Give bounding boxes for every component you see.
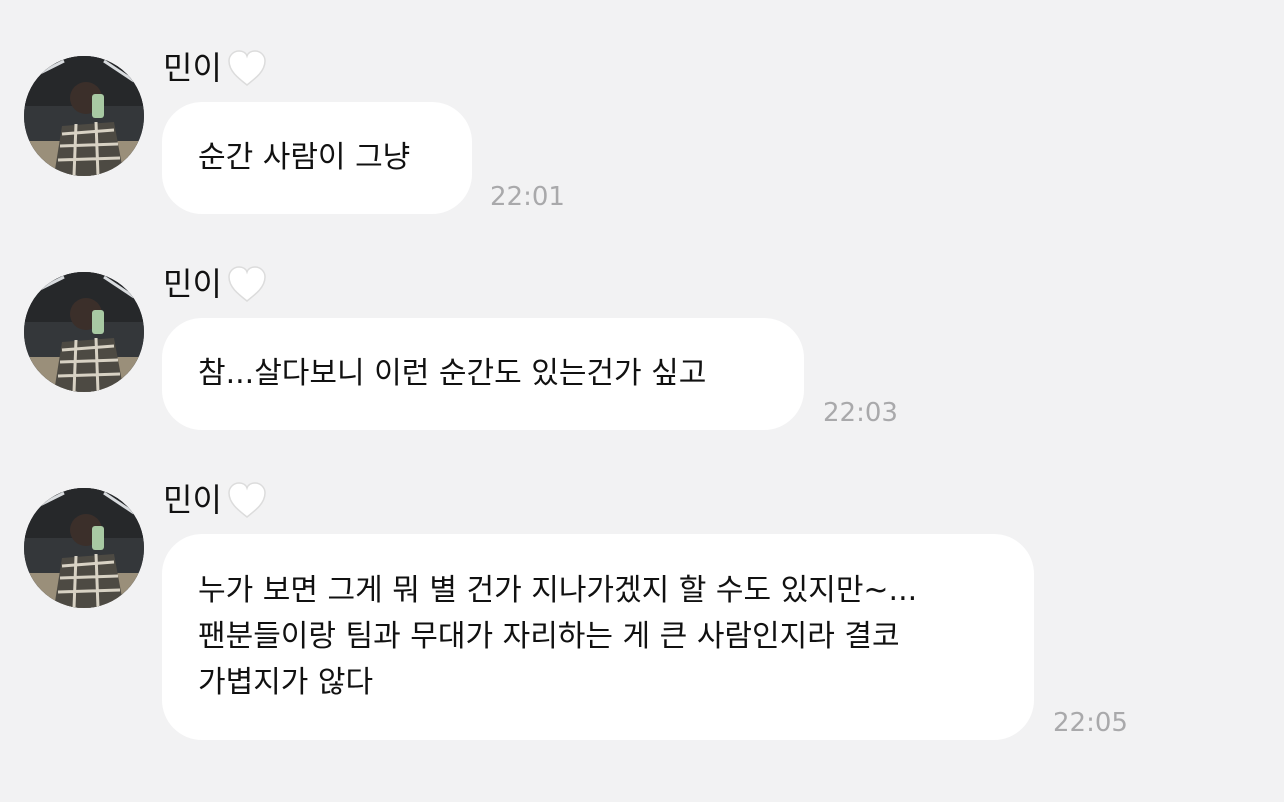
message-text: 순간 사람이 그냥 bbox=[198, 140, 411, 175]
message-timestamp: 22:03 bbox=[823, 398, 898, 428]
profile-photo-icon bbox=[24, 56, 144, 176]
profile-photo-icon bbox=[24, 272, 144, 392]
sender-header: 민이 bbox=[163, 262, 268, 306]
avatar[interactable] bbox=[24, 488, 144, 608]
message-timestamp: 22:05 bbox=[1053, 708, 1128, 738]
sender-name[interactable]: 민이 bbox=[163, 262, 222, 306]
profile-photo-icon bbox=[24, 488, 144, 608]
message-bubble[interactable]: 순간 사람이 그냥 bbox=[162, 102, 472, 214]
message-text-line: 누가 보면 그게 뭐 별 건가 지나가겠지 할 수도 있지만~... bbox=[198, 573, 918, 608]
message-timestamp: 22:01 bbox=[490, 182, 565, 212]
sender-name[interactable]: 민이 bbox=[163, 46, 222, 90]
sender-header: 민이 bbox=[163, 46, 268, 90]
sender-name[interactable]: 민이 bbox=[163, 478, 222, 522]
message-bubble[interactable]: 참...살다보니 이런 순간도 있는건가 싶고 bbox=[162, 318, 804, 430]
message-text-line: 팬분들이랑 팀과 무대가 자리하는 게 큰 사람인지라 결코 bbox=[198, 619, 900, 654]
white-heart-icon bbox=[228, 50, 266, 86]
white-heart-icon bbox=[228, 482, 266, 518]
sender-header: 민이 bbox=[163, 478, 268, 522]
message-text-line: 가볍지가 않다 bbox=[198, 665, 374, 700]
chat-thread: 민이 순간 사람이 그냥 22:01 민이 참...살다보니 이런 순간도 있는… bbox=[0, 0, 1284, 802]
white-heart-icon bbox=[228, 266, 266, 302]
message-text: 참...살다보니 이런 순간도 있는건가 싶고 bbox=[198, 356, 707, 391]
message-bubble[interactable]: 누가 보면 그게 뭐 별 건가 지나가겠지 할 수도 있지만~... 팬분들이랑… bbox=[162, 534, 1034, 740]
avatar[interactable] bbox=[24, 56, 144, 176]
avatar[interactable] bbox=[24, 272, 144, 392]
